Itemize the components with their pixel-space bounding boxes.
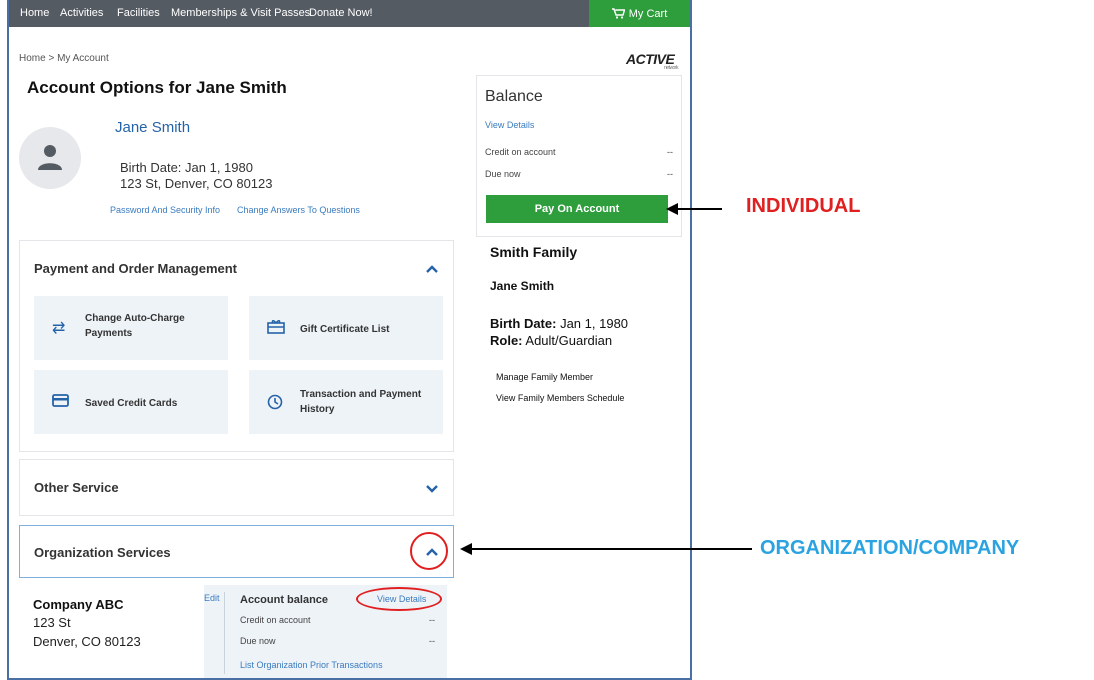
annotation-arrows	[460, 203, 752, 555]
arrow-head-icon	[460, 543, 472, 555]
arrow-head-icon	[666, 203, 678, 215]
organization-annotation: ORGANIZATION/COMPANY	[760, 537, 1020, 559]
individual-annotation: INDIVIDUAL	[746, 195, 861, 217]
